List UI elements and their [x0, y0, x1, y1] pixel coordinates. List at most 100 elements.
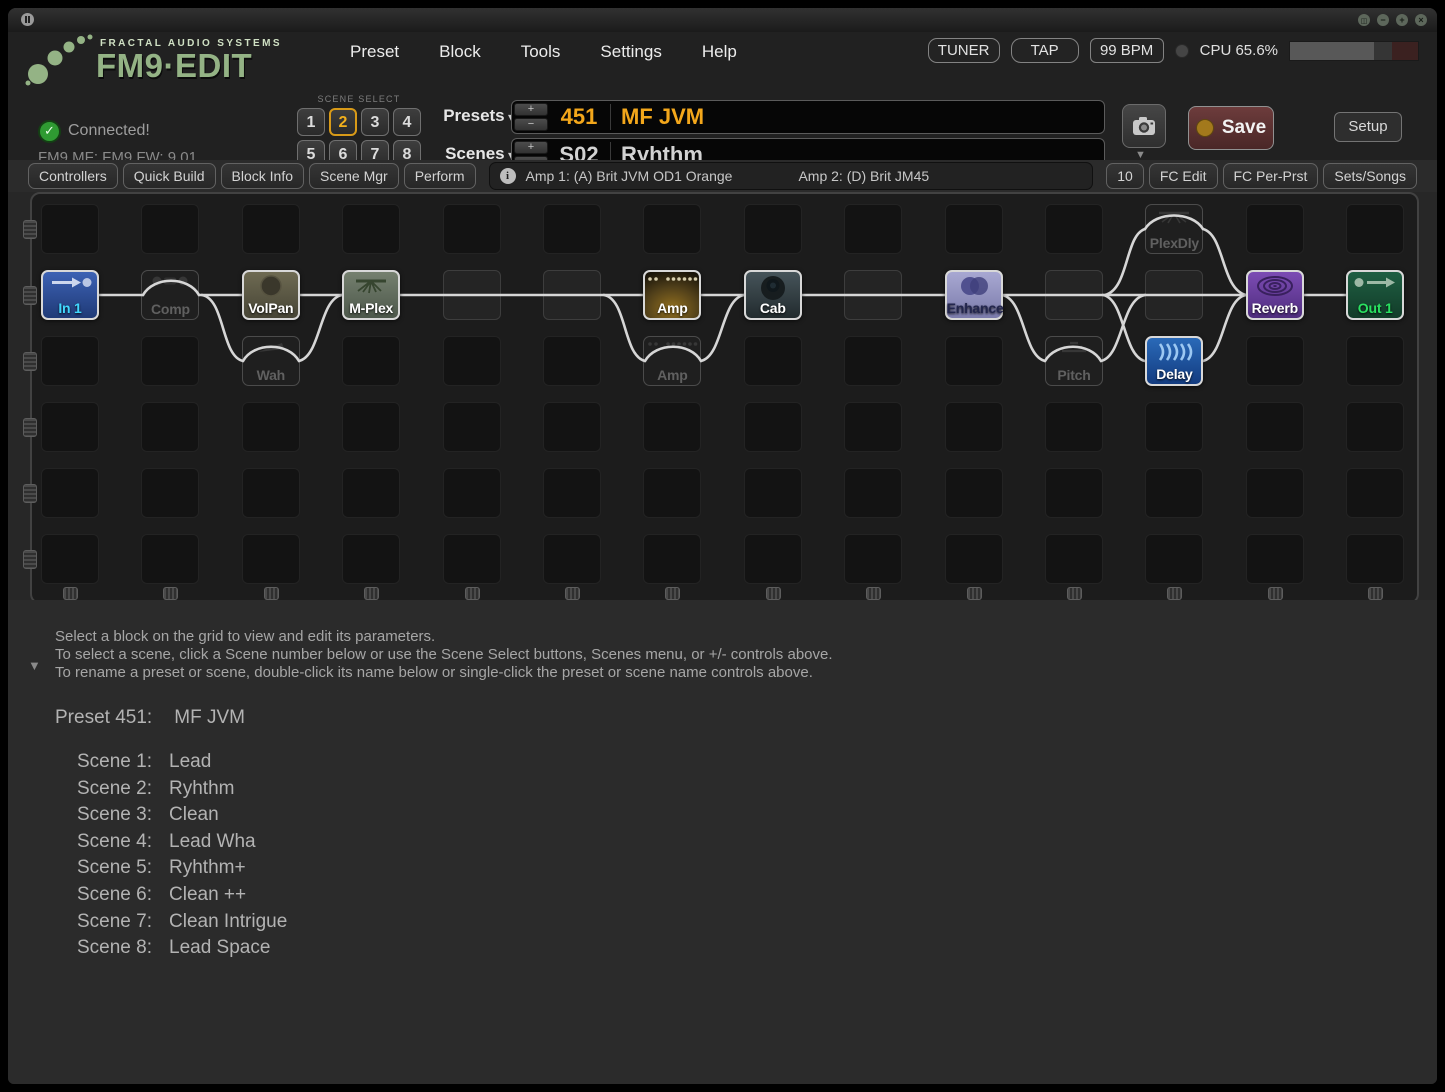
scene-list-row[interactable]: Scene 4: Lead Wha — [55, 829, 287, 856]
titlebar[interactable] — [8, 8, 1437, 32]
grid-slot[interactable] — [41, 204, 99, 254]
block-out1[interactable]: Out 1 — [1346, 270, 1405, 320]
grid-slot[interactable] — [1346, 534, 1405, 584]
grid-slot[interactable] — [543, 402, 601, 452]
minimize-icon[interactable] — [1377, 14, 1389, 26]
column-handle[interactable] — [1267, 587, 1283, 600]
preset-decrement-button[interactable]: − — [514, 118, 548, 131]
menu-help[interactable]: Help — [702, 42, 737, 62]
grid-slot[interactable] — [141, 336, 200, 386]
grid-slot[interactable] — [1245, 204, 1304, 254]
grid-slot[interactable] — [342, 336, 401, 386]
grid-slot[interactable] — [844, 468, 903, 518]
column-handle[interactable] — [163, 587, 179, 600]
menu-preset[interactable]: Preset — [350, 42, 399, 62]
block-reverb[interactable]: Reverb — [1245, 270, 1304, 320]
grid-slot[interactable] — [743, 402, 802, 452]
grid-slot[interactable] — [442, 468, 501, 518]
grid-slot[interactable] — [1045, 468, 1103, 518]
grid-slot[interactable] — [1045, 402, 1103, 452]
grid-slot[interactable] — [643, 534, 702, 584]
close-icon[interactable] — [1415, 14, 1427, 26]
grid-slot[interactable] — [342, 402, 401, 452]
grid-slot[interactable] — [41, 468, 99, 518]
sets-songs-button[interactable]: Sets/Songs — [1323, 163, 1417, 189]
grid-slot[interactable] — [141, 402, 200, 452]
grid-slot[interactable] — [1346, 204, 1405, 254]
grid-slot[interactable] — [743, 468, 802, 518]
grid-slot[interactable] — [241, 402, 300, 452]
block-amp[interactable]: Amp — [643, 270, 702, 320]
toolbar-button-10[interactable]: 10 — [1106, 163, 1144, 189]
block-enhance[interactable]: Enhance — [944, 270, 1004, 320]
scene-list-name[interactable]: Lead Wha — [169, 831, 256, 852]
column-handle[interactable] — [1368, 587, 1384, 600]
grid-slot[interactable] — [1245, 336, 1304, 386]
block-m-plex[interactable]: M-Plex — [342, 270, 401, 320]
grid-slot[interactable] — [944, 336, 1003, 386]
column-handle[interactable] — [364, 587, 380, 600]
scene-list-name[interactable]: Clean ++ — [169, 884, 246, 905]
grid-slot-shunt[interactable] — [1045, 270, 1103, 320]
menu-tools[interactable]: Tools — [521, 42, 561, 62]
scene-list-row[interactable]: Scene 2: Ryhthm — [55, 776, 287, 803]
snapshot-button[interactable] — [1122, 104, 1166, 148]
column-handle[interactable] — [63, 587, 78, 600]
grid-slot[interactable] — [944, 204, 1003, 254]
row-handle[interactable] — [23, 550, 37, 569]
scene-list-row[interactable]: Scene 5: Ryhthm+ — [55, 855, 287, 882]
grid-slot[interactable] — [1045, 534, 1103, 584]
scene-list-row[interactable]: Scene 7: Clean Intrigue — [55, 909, 287, 936]
grid-slot[interactable] — [944, 402, 1003, 452]
save-button[interactable]: Save — [1188, 106, 1274, 150]
grid-slot[interactable] — [141, 204, 200, 254]
scene-list-row[interactable]: Scene 8: Lead Space — [55, 935, 287, 962]
collapse-caret-icon[interactable]: ▼ — [28, 658, 41, 673]
presets-menu[interactable]: Presets — [428, 106, 514, 126]
grid-slot[interactable] — [643, 468, 702, 518]
grid-slot[interactable] — [1346, 402, 1405, 452]
scene-mgr-button[interactable]: Scene Mgr — [309, 163, 399, 189]
block-volpan[interactable]: VolPan — [241, 270, 300, 320]
column-handle[interactable] — [665, 587, 681, 600]
preset-field[interactable]: + − 451 MF JVM — [511, 100, 1105, 134]
grid-slot[interactable] — [543, 468, 601, 518]
grid-slot[interactable] — [342, 534, 401, 584]
grid-slot[interactable] — [141, 534, 200, 584]
grid-slot[interactable] — [844, 402, 903, 452]
grid-slot[interactable] — [1245, 402, 1304, 452]
scene-list-name[interactable]: Lead — [169, 751, 211, 772]
grid-slot[interactable] — [141, 468, 200, 518]
preset-number[interactable]: 451 — [548, 104, 610, 130]
grid-slot[interactable] — [743, 534, 802, 584]
menu-settings[interactable]: Settings — [600, 42, 661, 62]
grid-slot[interactable] — [1346, 336, 1405, 386]
column-handle[interactable] — [765, 587, 781, 600]
grid-slot[interactable] — [41, 534, 99, 584]
preset-name[interactable]: MF JVM — [611, 104, 1104, 130]
grid-slot[interactable] — [543, 204, 601, 254]
column-handle[interactable] — [263, 587, 279, 600]
grid-slot[interactable] — [1045, 204, 1103, 254]
preset-increment-button[interactable]: + — [514, 103, 548, 116]
grid-slot[interactable] — [241, 468, 300, 518]
column-handle[interactable] — [966, 587, 982, 600]
window-menu-icon[interactable] — [21, 13, 34, 26]
grid-slot[interactable] — [1346, 468, 1405, 518]
grid-slot[interactable] — [844, 534, 903, 584]
grid-slot[interactable] — [743, 336, 802, 386]
grid-slot-shunt[interactable] — [844, 270, 903, 320]
grid-slot[interactable] — [743, 204, 802, 254]
grid-slot[interactable] — [41, 402, 99, 452]
preset-list-name[interactable]: MF JVM — [174, 707, 245, 728]
grid-slot-shunt[interactable] — [1145, 270, 1204, 320]
scene-list-name[interactable]: Clean — [169, 804, 219, 825]
bpm-display[interactable]: 99 BPM — [1089, 38, 1164, 63]
scene-select-button-2[interactable]: 2 — [329, 108, 357, 136]
block-plexdly[interactable]: PlexDly — [1145, 204, 1204, 254]
scene-list-row[interactable]: Scene 1: Lead — [55, 749, 287, 776]
block-amp[interactable]: Amp — [643, 336, 702, 386]
grid-slot[interactable] — [1145, 534, 1204, 584]
fc-per-preset-button[interactable]: FC Per-Prst — [1222, 163, 1319, 189]
grid-slot[interactable] — [442, 402, 501, 452]
